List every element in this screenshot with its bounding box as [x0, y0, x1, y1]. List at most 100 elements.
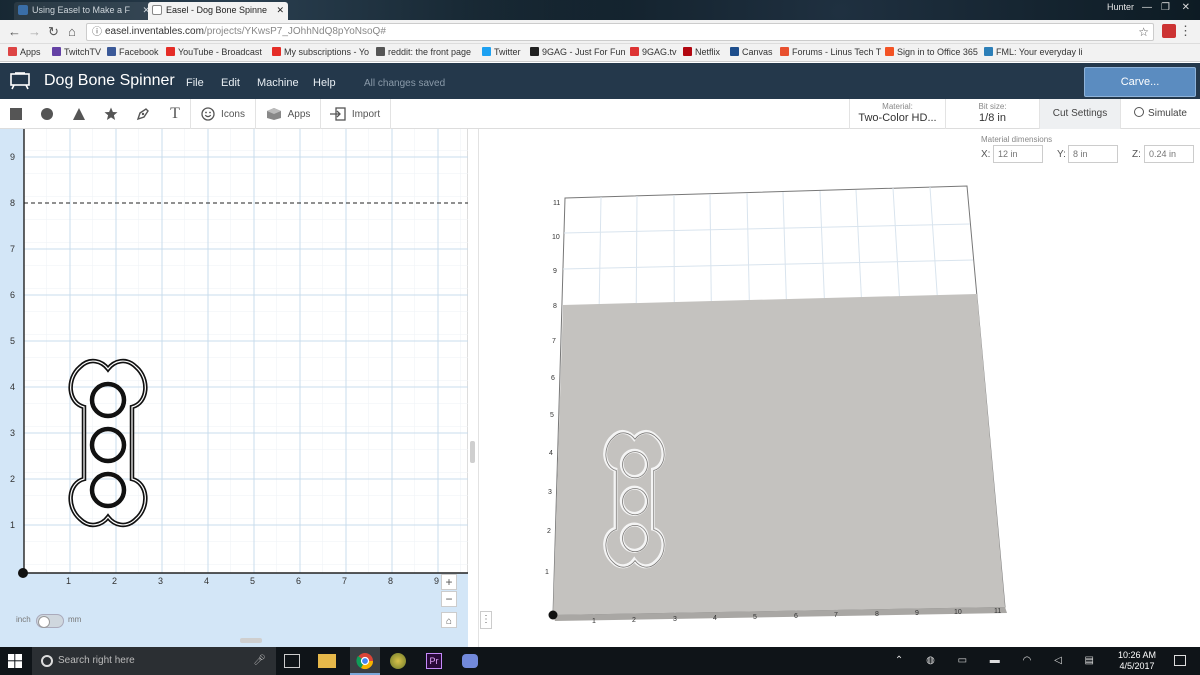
- star-icon: [104, 107, 118, 120]
- bit-size-selector[interactable]: Bit size: 1/8 in: [945, 99, 1039, 129]
- y-tick: 9: [553, 268, 557, 275]
- apps-button[interactable]: Apps: [257, 99, 319, 129]
- back-arrow-icon[interactable]: ←: [8, 24, 21, 39]
- app-globe-icon[interactable]: [390, 653, 406, 669]
- x-tick: 6: [794, 613, 798, 620]
- browser-menu-icon[interactable]: ⋮: [1179, 23, 1192, 39]
- minimize-icon[interactable]: —: [1142, 2, 1152, 13]
- bookmark-item[interactable]: Sign in to Office 365: [885, 47, 978, 57]
- design-canvas[interactable]: 9 8 7 6 5 4 3 2 1 1 2 3 4 5 6 7 8 9 inch…: [0, 129, 468, 647]
- icons-button[interactable]: Icons: [192, 99, 254, 129]
- x-tick: 1: [592, 618, 596, 625]
- browser-tab[interactable]: Using Easel to Make a F ✕: [14, 2, 154, 20]
- close-window-icon[interactable]: ✕: [1182, 2, 1190, 13]
- bookmark-item[interactable]: 9GAG - Just For Fun: [530, 47, 626, 57]
- vertical-scrollbar[interactable]: [470, 441, 475, 463]
- y-tick: 11: [553, 200, 561, 207]
- windows-start-icon[interactable]: [8, 654, 22, 668]
- bookmark-item[interactable]: 9GAG.tv: [630, 47, 677, 57]
- taskbar-clock[interactable]: 10:26 AM 4/5/2017: [1118, 650, 1156, 672]
- x-tick: 1: [66, 576, 72, 586]
- unit-mm-label: mm: [68, 615, 82, 624]
- bookmark-item[interactable]: Forums - Linus Tech T: [780, 47, 881, 57]
- notifications-icon[interactable]: [1174, 655, 1186, 666]
- close-icon[interactable]: ✕: [276, 2, 284, 18]
- menu-file[interactable]: File: [186, 77, 204, 89]
- project-title[interactable]: Dog Bone Spinner: [44, 72, 175, 90]
- bookmark-item[interactable]: Facebook: [107, 47, 159, 57]
- zoom-in-button[interactable]: +: [441, 574, 457, 590]
- bookmark-item[interactable]: My subscriptions - Yo: [272, 47, 369, 57]
- chrome-icon: [356, 653, 374, 670]
- square-tool[interactable]: [4, 99, 28, 129]
- profile-name[interactable]: Hunter: [1107, 2, 1134, 12]
- file-explorer-icon[interactable]: [318, 654, 336, 668]
- bookmark-item[interactable]: Canvas: [730, 47, 773, 57]
- menu-machine[interactable]: Machine: [257, 77, 299, 89]
- star-tool[interactable]: [99, 99, 123, 129]
- y-tick: 6: [551, 375, 555, 382]
- y-tick: 7: [552, 338, 556, 345]
- import-button[interactable]: Import: [322, 99, 388, 129]
- microphone-icon[interactable]: 🎤︎: [253, 647, 266, 675]
- 9gag-icon: [530, 47, 539, 56]
- chrome-taskbar-button[interactable]: [350, 647, 380, 675]
- triangle-icon: [73, 108, 85, 120]
- premiere-pro-icon[interactable]: Pr: [426, 653, 442, 669]
- reload-icon[interactable]: ↻: [48, 24, 59, 40]
- twitch-icon: [52, 47, 61, 56]
- y-tick: 4: [549, 450, 553, 457]
- bookmark-item[interactable]: Apps: [8, 47, 41, 57]
- panel-options-icon[interactable]: ⋮: [480, 611, 492, 629]
- bookmark-item[interactable]: YouTube - Broadcast: [166, 47, 262, 57]
- triangle-tool[interactable]: [67, 99, 91, 129]
- design-toolbar: T Icons Apps Import Material: Two-Color …: [0, 99, 1200, 129]
- system-tray[interactable]: ⌃ ◍ ▭ ▬ ◠ ◁ ▤: [895, 655, 1104, 666]
- bit-value: 1/8 in: [979, 112, 1006, 124]
- material-selector[interactable]: Material: Two-Color HD...: [849, 99, 945, 129]
- extension-icon[interactable]: [1162, 24, 1176, 38]
- y-tick: 3: [548, 489, 552, 496]
- unit-toggle[interactable]: [36, 614, 64, 628]
- bookmark-item[interactable]: Netflix: [683, 47, 720, 57]
- pen-icon: [136, 108, 149, 121]
- info-icon[interactable]: ⓘ: [92, 25, 102, 41]
- cut-settings-button[interactable]: Cut Settings: [1039, 99, 1120, 129]
- bookmark-item[interactable]: reddit: the front page: [376, 47, 471, 57]
- smiley-icon: [201, 107, 215, 121]
- home-icon[interactable]: ⌂: [68, 24, 76, 39]
- bookmark-star-icon[interactable]: ☆: [1138, 24, 1149, 40]
- page-favicon-icon: [152, 5, 162, 15]
- forward-arrow-icon[interactable]: →: [28, 24, 41, 39]
- fml-icon: [984, 47, 993, 56]
- taskbar-search[interactable]: Search right here 🎤︎: [32, 647, 276, 675]
- pen-tool[interactable]: [131, 99, 155, 129]
- browser-tab-active[interactable]: Easel - Dog Bone Spinne ✕: [148, 2, 288, 20]
- bookmark-item[interactable]: TwitchTV: [52, 47, 101, 57]
- x-tick: 10: [954, 609, 962, 616]
- circle-tool[interactable]: [35, 99, 59, 129]
- home-view-button[interactable]: ⌂: [441, 612, 457, 628]
- material-value: Two-Color HD...: [858, 112, 937, 124]
- text-tool[interactable]: T: [163, 99, 187, 129]
- zoom-out-button[interactable]: −: [441, 591, 457, 607]
- address-bar[interactable]: ⓘ easel.inventables.com/projects/YKwsP7_…: [86, 23, 1154, 41]
- dog-bone-design[interactable]: [50, 355, 170, 545]
- url-path: /projects/YKwsP7_JOhhNdQ8pYoNsoQ#: [203, 26, 386, 37]
- discord-icon[interactable]: [462, 654, 478, 668]
- y-tick: 9: [10, 152, 16, 162]
- task-view-icon[interactable]: [284, 654, 300, 668]
- menu-help[interactable]: Help: [313, 77, 336, 89]
- reddit-icon: [376, 47, 385, 56]
- menu-edit[interactable]: Edit: [221, 77, 240, 89]
- bookmark-item[interactable]: Twitter: [482, 47, 521, 57]
- bit-caption: Bit size:: [978, 102, 1007, 111]
- simulate-button[interactable]: Simulate: [1120, 99, 1200, 129]
- horizontal-scrollbar[interactable]: [240, 638, 262, 643]
- 3d-preview[interactable]: [479, 129, 1200, 647]
- restore-icon[interactable]: ❐: [1161, 2, 1170, 13]
- carve-button[interactable]: Carve...: [1084, 67, 1196, 97]
- y-tick: 7: [10, 244, 16, 254]
- bookmark-item[interactable]: FML: Your everyday li: [984, 47, 1083, 57]
- easel-logo-icon[interactable]: [10, 72, 30, 90]
